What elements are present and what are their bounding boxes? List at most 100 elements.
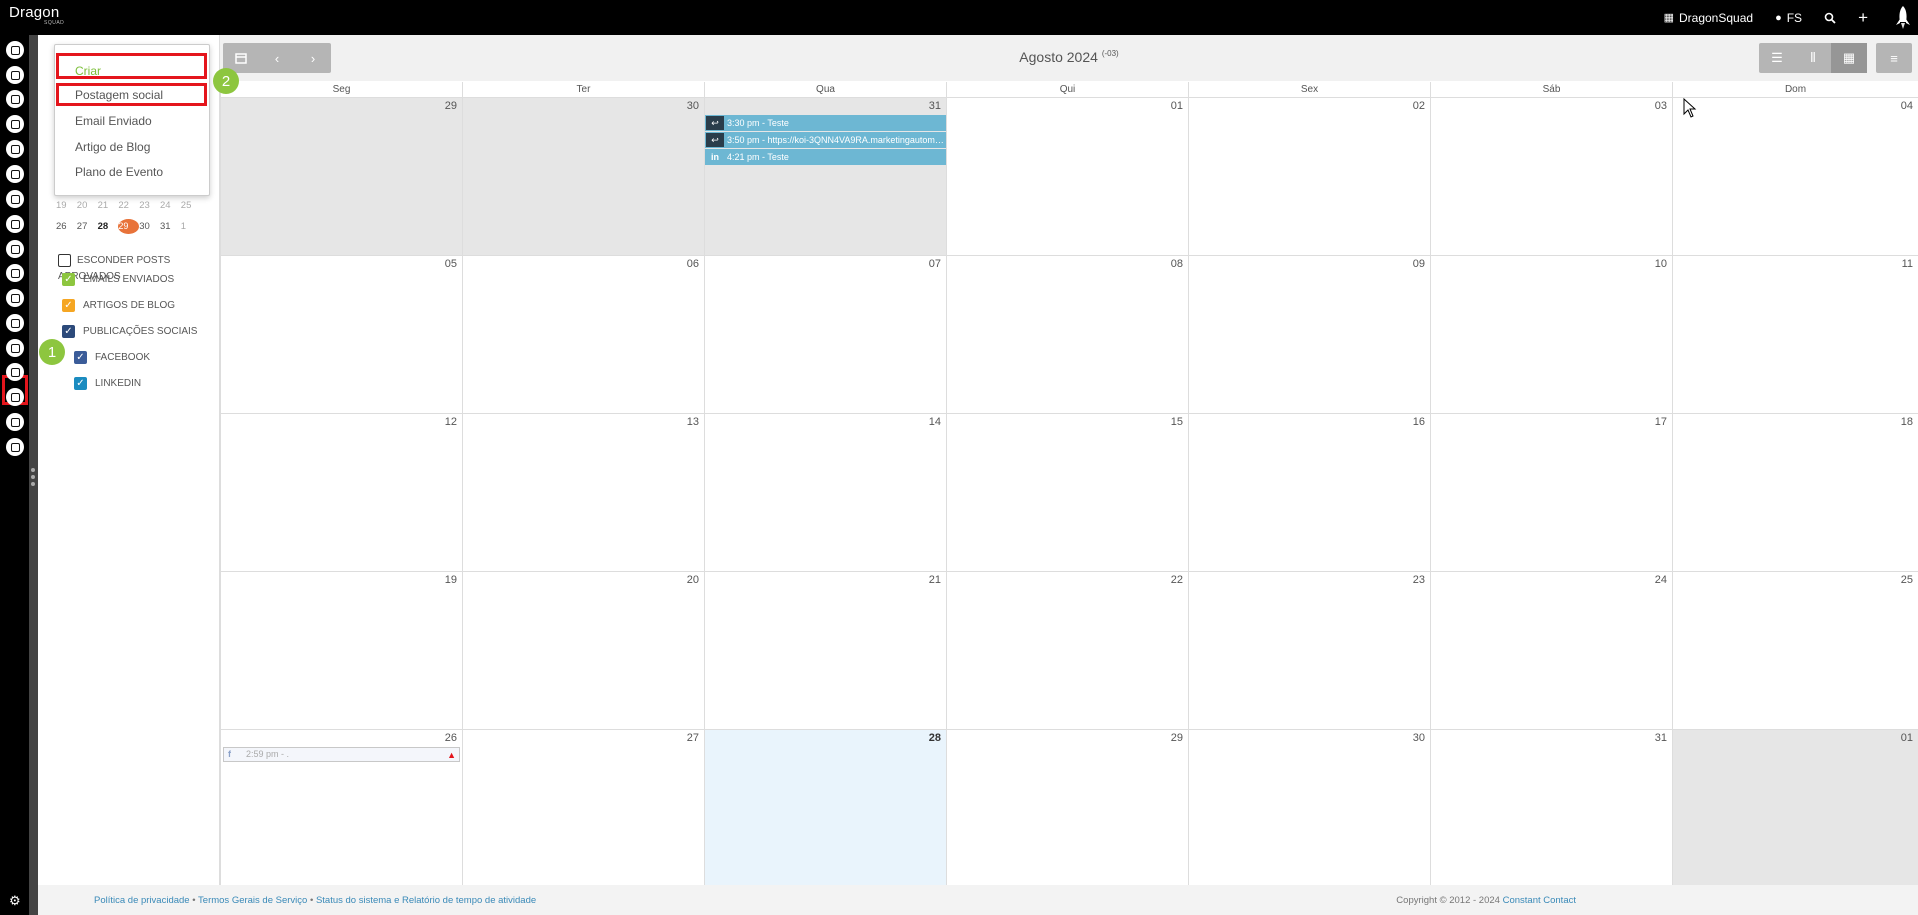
checkbox-checked[interactable]: ✓	[74, 351, 87, 364]
checkbox-checked[interactable]: ✓	[62, 273, 75, 286]
mini-calendar-day[interactable]: 19	[56, 200, 77, 211]
org-switcher[interactable]: ▦ DragonSquad	[1664, 11, 1753, 25]
rail-item-support[interactable]	[6, 363, 24, 381]
calendar-day-cell[interactable]: 31	[1430, 730, 1672, 888]
calendar-day-cell[interactable]: 07	[704, 256, 946, 414]
rail-item-social[interactable]	[6, 264, 24, 282]
calendar-day-cell[interactable]: 06	[462, 256, 704, 414]
calendar-day-cell[interactable]: 01	[946, 98, 1188, 256]
calendar-day-cell[interactable]: 31 ↩ 3:30 pm - Teste ↩ 3:50 pm - https://koi…	[704, 98, 946, 256]
menu-item-event[interactable]: Plano de Evento	[75, 165, 163, 179]
calendar-day-cell[interactable]: 23	[1188, 572, 1430, 730]
mini-calendar-day[interactable]: 25	[181, 200, 202, 211]
rail-item-thumbs-up[interactable]	[6, 240, 24, 258]
filter-emails[interactable]: ✓ EMAILS ENVIADOS	[62, 273, 174, 286]
calendar-day-cell[interactable]: 21	[704, 572, 946, 730]
mini-calendar-day[interactable]: 26	[56, 221, 77, 232]
filter-blog[interactable]: ✓ ARTIGOS DE BLOG	[62, 299, 175, 312]
settings-gear-icon[interactable]: ⚙	[9, 893, 21, 909]
calendar-day-cell[interactable]: 08	[946, 256, 1188, 414]
mini-calendar-day[interactable]: 30	[139, 221, 160, 232]
rail-item-clipboard[interactable]	[6, 90, 24, 108]
privacy-link[interactable]: Política de privacidade	[94, 895, 190, 906]
calendar-day-cell[interactable]: 22	[946, 572, 1188, 730]
calendar-day-cell[interactable]: 12	[220, 414, 462, 572]
logo[interactable]: Dragon	[9, 5, 59, 20]
checkbox-checked[interactable]: ✓	[74, 377, 87, 390]
calendar-day-cell[interactable]: 14	[704, 414, 946, 572]
checkbox[interactable]	[58, 253, 71, 267]
filter-social[interactable]: ✓ PUBLICAÇÕES SOCIAIS	[62, 325, 197, 338]
rail-item-map[interactable]	[6, 115, 24, 133]
rail-item-email[interactable]	[6, 66, 24, 84]
calendar-day-cell[interactable]: 29	[220, 98, 462, 256]
calendar-day-cell[interactable]: 26 f 2:59 pm - . ▲	[220, 730, 462, 888]
calendar-day-cell[interactable]: 05	[220, 256, 462, 414]
mini-calendar-day[interactable]: 28	[98, 221, 119, 232]
rail-item-user-add[interactable]	[6, 388, 24, 406]
calendar-day-cell[interactable]: 17	[1430, 414, 1672, 572]
month-view-button[interactable]: ▦	[1831, 43, 1867, 73]
mini-calendar-day[interactable]: 1	[181, 221, 202, 232]
mini-calendar-day[interactable]: 20	[77, 200, 98, 211]
filter-facebook[interactable]: ✓ FACEBOOK	[74, 351, 150, 364]
rail-item-handshake[interactable]	[6, 314, 24, 332]
rail-item-plugin[interactable]	[6, 438, 24, 456]
mini-calendar-day[interactable]: 23	[139, 200, 160, 211]
mini-calendar-today[interactable]: 29	[118, 219, 140, 234]
calendar-day-cell[interactable]: 09	[1188, 256, 1430, 414]
constant-contact-link[interactable]: Constant Contact	[1503, 895, 1576, 906]
calendar-day-cell[interactable]: 04	[1672, 98, 1918, 256]
calendar-day-cell[interactable]: 11	[1672, 256, 1918, 414]
rail-item-list[interactable]	[6, 165, 24, 183]
calendar-day-cell[interactable]: 28	[704, 730, 946, 888]
calendar-day-cell[interactable]: 03	[1430, 98, 1672, 256]
checkbox-checked[interactable]: ✓	[62, 325, 75, 338]
calendar-day-cell[interactable]: 24	[1430, 572, 1672, 730]
terms-link[interactable]: Termos Gerais de Serviço	[198, 895, 307, 906]
add-button[interactable]: +	[1858, 8, 1868, 28]
calendar-day-cell[interactable]: 19	[220, 572, 462, 730]
calendar-day-cell[interactable]: 10	[1430, 256, 1672, 414]
calendar-day-cell[interactable]: 18	[1672, 414, 1918, 572]
week-view-button[interactable]: ⫴	[1795, 43, 1831, 73]
calendar-day-cell[interactable]: 29	[946, 730, 1188, 888]
rail-item-bar-chart[interactable]	[6, 413, 24, 431]
calendar-day-cell[interactable]: 25	[1672, 572, 1918, 730]
calendar-day-cell[interactable]: 30	[1188, 730, 1430, 888]
calendar-day-cell[interactable]: 15	[946, 414, 1188, 572]
rail-item-megaphone[interactable]	[6, 190, 24, 208]
calendar-day-cell[interactable]: 20	[462, 572, 704, 730]
mini-calendar-day[interactable]: 22	[118, 200, 139, 211]
calendar-day-cell[interactable]: 16	[1188, 414, 1430, 572]
filter-linkedin[interactable]: ✓ LINKEDIN	[74, 377, 141, 390]
mini-calendar-day[interactable]: 31	[160, 221, 181, 232]
search-button[interactable]	[1824, 12, 1836, 24]
calendar-day-cell[interactable]: 13	[462, 414, 704, 572]
calendar-day-cell[interactable]: 30	[462, 98, 704, 256]
calendar-event-failed[interactable]: f 2:59 pm - . ▲	[223, 747, 460, 762]
checkbox-checked[interactable]: ✓	[62, 299, 75, 312]
rail-item-calendar[interactable]	[6, 289, 24, 307]
status-link[interactable]: Status do sistema e Relatório de tempo d…	[316, 895, 536, 906]
list-view-button[interactable]: ☰	[1759, 43, 1795, 73]
calendar-event[interactable]: ↩ 3:50 pm - https://koi-3QNN4VA9RA.market…	[705, 132, 946, 148]
calendar-day-cell[interactable]: 01	[1672, 730, 1918, 888]
mini-calendar-day[interactable]: 24	[160, 200, 181, 211]
mini-calendar-day[interactable]: 29	[118, 219, 140, 234]
rail-item-badge[interactable]	[6, 215, 24, 233]
calendar-day-cell[interactable]: 02	[1188, 98, 1430, 256]
calendar-event[interactable]: ↩ 3:30 pm - Teste	[705, 115, 946, 131]
rail-item-contacts[interactable]	[6, 41, 24, 59]
panel-resize-handle[interactable]	[31, 468, 36, 486]
rail-item-workflow[interactable]	[6, 140, 24, 158]
mini-calendar-day[interactable]: 21	[98, 200, 119, 211]
calendar-event[interactable]: in 4:21 pm - Teste	[705, 149, 946, 165]
rail-item-analytics[interactable]	[6, 339, 24, 357]
menu-button[interactable]: ≡	[1876, 43, 1912, 73]
calendar-day-cell[interactable]: 27	[462, 730, 704, 888]
user-menu[interactable]: ● FS	[1775, 11, 1802, 25]
menu-item-blog[interactable]: Artigo de Blog	[75, 140, 150, 154]
rocket-button[interactable]	[1890, 0, 1916, 35]
menu-item-email[interactable]: Email Enviado	[75, 114, 152, 128]
